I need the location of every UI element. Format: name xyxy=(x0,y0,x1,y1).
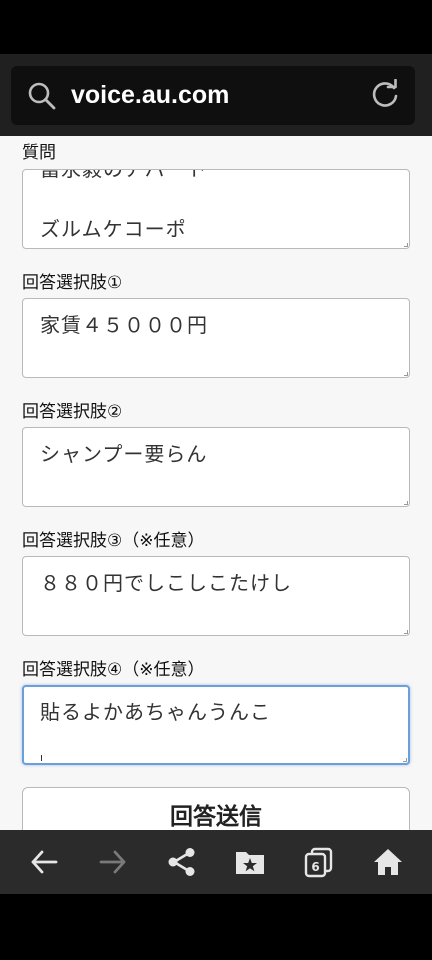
question-label: 質問 xyxy=(22,143,56,163)
choice2-label: 回答選択肢② xyxy=(22,402,123,422)
browser-bottom-bar: 6 xyxy=(0,830,432,894)
forward-arrow-icon[interactable] xyxy=(97,846,129,878)
choice4-textarea[interactable]: 貼るよかあちゃんうんこ xyxy=(22,685,410,765)
resize-handle[interactable] xyxy=(403,758,407,762)
tabs-icon[interactable]: 6 xyxy=(303,846,335,878)
resize-handle[interactable] xyxy=(404,501,408,505)
text-caret xyxy=(41,755,42,761)
question-text: 冨永毅のアパート ズルムケコーポ xyxy=(40,169,208,241)
choice2-textarea[interactable]: シャンプー要らん xyxy=(22,427,410,507)
question-textarea[interactable]: 冨永毅のアパート ズルムケコーポ xyxy=(22,169,410,249)
status-bar xyxy=(0,0,432,54)
back-arrow-icon[interactable] xyxy=(28,846,60,878)
browser-toolbar: voice.au.com xyxy=(0,54,432,136)
choice4-text: 貼るよかあちゃんうんこ xyxy=(40,700,271,724)
page-content: 質問 冨永毅のアパート ズルムケコーポ 回答選択肢① 家賃４５０００円 回答選択… xyxy=(0,136,432,830)
bookmark-folder-icon[interactable] xyxy=(234,846,266,878)
address-bar[interactable]: voice.au.com xyxy=(11,66,415,125)
choice3-textarea[interactable]: ８８０円でしこしこたけし xyxy=(22,556,410,636)
choice3-text: ８８０円でしこしこたけし xyxy=(40,571,292,595)
resize-handle[interactable] xyxy=(404,372,408,376)
choice1-label: 回答選択肢① xyxy=(22,273,123,293)
search-icon xyxy=(28,82,56,110)
resize-handle[interactable] xyxy=(404,243,408,247)
choice2-text: シャンプー要らん xyxy=(40,442,208,466)
choice1-textarea[interactable]: 家賃４５０００円 xyxy=(22,298,410,378)
choice4-label: 回答選択肢④（※任意） xyxy=(22,660,205,680)
home-icon[interactable] xyxy=(372,846,404,878)
choice3-label: 回答選択肢③（※任意） xyxy=(22,531,205,551)
choice1-text: 家賃４５０００円 xyxy=(40,313,208,337)
url-text[interactable]: voice.au.com xyxy=(71,78,229,112)
submit-button[interactable]: 回答送信 xyxy=(22,787,410,830)
tab-count: 6 xyxy=(311,860,319,874)
resize-handle[interactable] xyxy=(404,630,408,634)
reload-icon[interactable] xyxy=(369,79,401,111)
share-icon[interactable] xyxy=(166,846,198,878)
system-navigation-bar xyxy=(0,894,432,960)
